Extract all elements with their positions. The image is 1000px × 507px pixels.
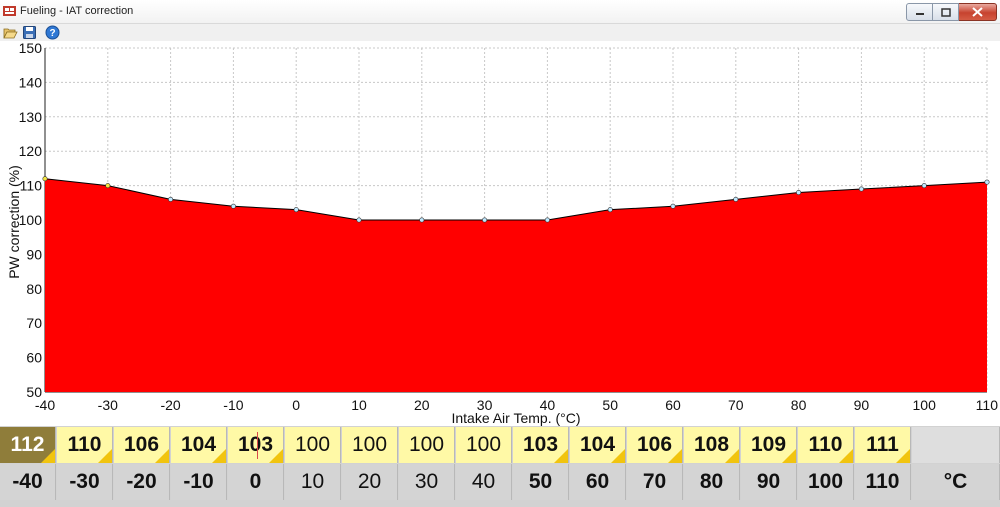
title-bar[interactable]: Fueling - IAT correction <box>0 0 1000 24</box>
correction-area-fill <box>45 178 987 392</box>
data-point[interactable] <box>858 186 864 192</box>
temperature-cell: 30 <box>399 464 455 500</box>
fuel-map-icon <box>3 6 16 16</box>
unit-label: °C <box>912 464 1000 500</box>
value-cell[interactable]: 100 <box>456 427 512 463</box>
minimize-button[interactable] <box>906 3 933 21</box>
x-tick-label: -30 <box>98 397 118 413</box>
empty-header-cell <box>912 427 1000 463</box>
data-point[interactable] <box>984 179 990 185</box>
value-cell[interactable]: 100 <box>399 427 455 463</box>
close-button[interactable] <box>959 3 997 21</box>
x-axis-label: Intake Air Temp. (°C) <box>451 410 580 426</box>
temperature-cell: 80 <box>684 464 740 500</box>
minimize-icon <box>915 13 924 15</box>
value-cell[interactable]: 100 <box>342 427 398 463</box>
toolbar: ? <box>0 24 1000 41</box>
y-tick-label: 100 <box>19 212 43 228</box>
temperature-cell: -30 <box>57 464 113 500</box>
y-axis-label: PW correction (%) <box>6 165 22 279</box>
value-cell[interactable]: 110 <box>798 427 854 463</box>
y-tick-label: 80 <box>26 281 42 297</box>
x-tick-label: 80 <box>791 397 807 413</box>
value-cell[interactable]: 106 <box>627 427 683 463</box>
temperature-cell: -40 <box>0 464 56 500</box>
data-point[interactable] <box>733 196 739 202</box>
iat-correction-chart[interactable]: 5060708090100110120130140150-40 -30 -20 -10… <box>0 41 1000 426</box>
window-title: Fueling - IAT correction <box>20 5 134 17</box>
x-tick-label: 10 <box>351 397 367 413</box>
x-tick-label: 60 <box>665 397 681 413</box>
y-tick-label: 70 <box>26 315 42 331</box>
y-tick-label: 90 <box>26 246 42 262</box>
temperature-cell: 50 <box>513 464 569 500</box>
x-tick-label: -10 <box>223 397 243 413</box>
value-cell[interactable]: 112 <box>0 427 56 463</box>
svg-text:?: ? <box>49 28 55 39</box>
temperature-cell: 110 <box>855 464 911 500</box>
y-tick-label: 60 <box>26 350 42 366</box>
chart-area-series <box>44 178 988 392</box>
temperature-cell: -20 <box>114 464 170 500</box>
x-tick-label: -20 <box>160 397 180 413</box>
y-tick-label: 140 <box>19 74 43 90</box>
value-cell[interactable]: 108 <box>684 427 740 463</box>
value-cell[interactable]: 103 <box>513 427 569 463</box>
temperature-cell: 90 <box>741 464 797 500</box>
x-tick-label: 100 <box>913 397 937 413</box>
correction-table: 112 110 106 104 103 100 100 100 100 103 104 106 108 1… <box>0 426 1000 507</box>
data-point[interactable] <box>796 189 802 195</box>
data-point[interactable] <box>105 183 111 189</box>
temperature-cell: 60 <box>570 464 626 500</box>
x-tick-label: 70 <box>728 397 744 413</box>
iat-correction-window: Fueling - IAT correction ? 50 60 70 80 9… <box>0 0 1000 507</box>
data-point[interactable] <box>482 217 488 223</box>
x-tick-label: 50 <box>602 397 618 413</box>
temperature-cell: -10 <box>171 464 227 500</box>
data-point[interactable] <box>419 217 425 223</box>
save-icon[interactable] <box>22 25 37 40</box>
value-cell[interactable]: 109 <box>741 427 797 463</box>
y-tick-label: 150 <box>19 41 43 56</box>
y-tick-label: 120 <box>19 143 43 159</box>
x-tick-label: 90 <box>854 397 870 413</box>
value-cell[interactable]: 100 <box>285 427 341 463</box>
data-point[interactable] <box>544 217 550 223</box>
data-point[interactable] <box>230 203 236 209</box>
x-tick-label: 110 <box>976 397 999 413</box>
value-cell[interactable]: 111 <box>855 427 911 463</box>
x-tick-label: 20 <box>414 397 430 413</box>
temperature-cell: 10 <box>285 464 341 500</box>
x-tick-label: -40 <box>35 397 55 413</box>
temperature-cell: 20 <box>342 464 398 500</box>
help-icon[interactable]: ? <box>45 25 60 40</box>
maximize-button[interactable] <box>933 3 959 21</box>
edit-cursor <box>257 432 258 459</box>
temperature-cell: 70 <box>627 464 683 500</box>
data-point[interactable] <box>293 207 299 213</box>
data-point[interactable] <box>356 217 362 223</box>
value-cell[interactable]: 106 <box>114 427 170 463</box>
data-point[interactable] <box>42 176 48 182</box>
data-point[interactable] <box>921 183 927 189</box>
temperature-cell: 40 <box>456 464 512 500</box>
y-tick-label: 130 <box>19 109 43 125</box>
value-cell[interactable]: 104 <box>171 427 227 463</box>
data-point[interactable] <box>670 203 676 209</box>
maximize-icon <box>940 7 951 17</box>
data-point[interactable] <box>168 196 174 202</box>
value-cell[interactable]: 103 <box>228 427 284 463</box>
iat-chart[interactable]: 50 60 70 80 90 100 110 120 130 140 150 -40 -30 -20 -10… <box>0 41 1000 426</box>
close-icon <box>972 7 983 17</box>
value-cell[interactable]: 104 <box>570 427 626 463</box>
y-tick-label: 110 <box>20 178 43 194</box>
temperature-cell: 100 <box>798 464 854 500</box>
temperature-cell: 0 <box>228 464 284 500</box>
value-cell[interactable]: 110 <box>57 427 113 463</box>
data-point[interactable] <box>607 207 613 213</box>
open-folder-icon[interactable] <box>3 25 18 40</box>
x-tick-label: 0 <box>292 397 300 413</box>
